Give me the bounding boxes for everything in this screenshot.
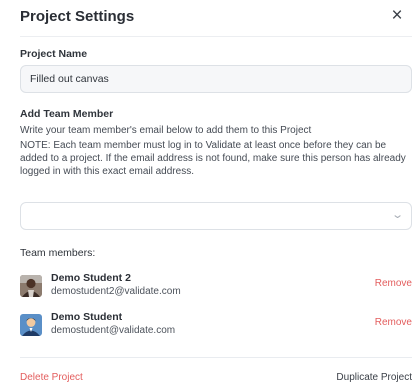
add-team-member-label: Add Team Member (20, 108, 114, 120)
footer-divider (20, 357, 412, 358)
team-member-row: Demo Student 2 demostudent2@validate.com… (20, 272, 416, 300)
delete-project-button[interactable]: Delete Project (20, 372, 83, 383)
avatar (20, 314, 42, 336)
header-divider (20, 36, 412, 37)
dialog-title: Project Settings (20, 8, 135, 25)
member-email: demostudent@validate.com (51, 325, 176, 336)
avatar (20, 275, 42, 297)
add-member-note: NOTE: Each team member must log in to Va… (20, 140, 406, 177)
duplicate-project-button[interactable]: Duplicate Project (336, 372, 412, 383)
team-member-row: Demo Student demostudent@validate.com Re… (20, 311, 416, 339)
team-members-label: Team members: (20, 247, 96, 259)
remove-member-button[interactable]: Remove (375, 278, 412, 289)
member-email: demostudent2@validate.com (51, 286, 181, 297)
chevron-down-icon: ⌄ (390, 209, 404, 221)
remove-member-button[interactable]: Remove (375, 317, 412, 328)
project-name-input[interactable]: Filled out canvas (20, 65, 412, 93)
close-icon[interactable]: × (388, 6, 406, 26)
member-name: Demo Student 2 (51, 272, 131, 284)
team-member-email-select[interactable]: ⌄ (20, 202, 412, 230)
add-member-help-text: Write your team member's email below to … (20, 125, 312, 136)
member-name: Demo Student (51, 311, 123, 323)
dialog-header: Project Settings × (20, 6, 412, 30)
project-settings-dialog: Project Settings × Project Name Filled o… (0, 0, 416, 383)
project-name-label: Project Name (20, 48, 88, 60)
